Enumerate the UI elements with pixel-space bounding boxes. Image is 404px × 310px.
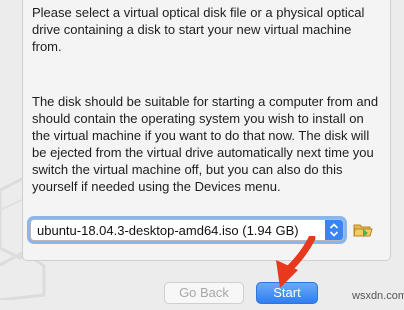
dialog-body: Please select a virtual optical disk fil… bbox=[0, 0, 404, 310]
instruction-text-2: The disk should be suitable for starting… bbox=[32, 94, 379, 194]
up-down-chevron-icon[interactable] bbox=[325, 220, 343, 240]
folder-open-icon bbox=[353, 224, 373, 237]
instruction-text-1: Please select a virtual optical disk fil… bbox=[32, 5, 365, 54]
go-back-button[interactable]: Go Back bbox=[164, 282, 244, 304]
choose-disk-file-button[interactable] bbox=[352, 219, 374, 241]
start-button[interactable]: Start bbox=[256, 282, 318, 304]
disk-select[interactable]: ubuntu-18.04.3-desktop-amd64.iso (1.94 G… bbox=[30, 219, 344, 241]
site-watermark: wsxdn.com bbox=[352, 290, 404, 302]
disk-select-value: ubuntu-18.04.3-desktop-amd64.iso (1.94 G… bbox=[37, 223, 299, 238]
